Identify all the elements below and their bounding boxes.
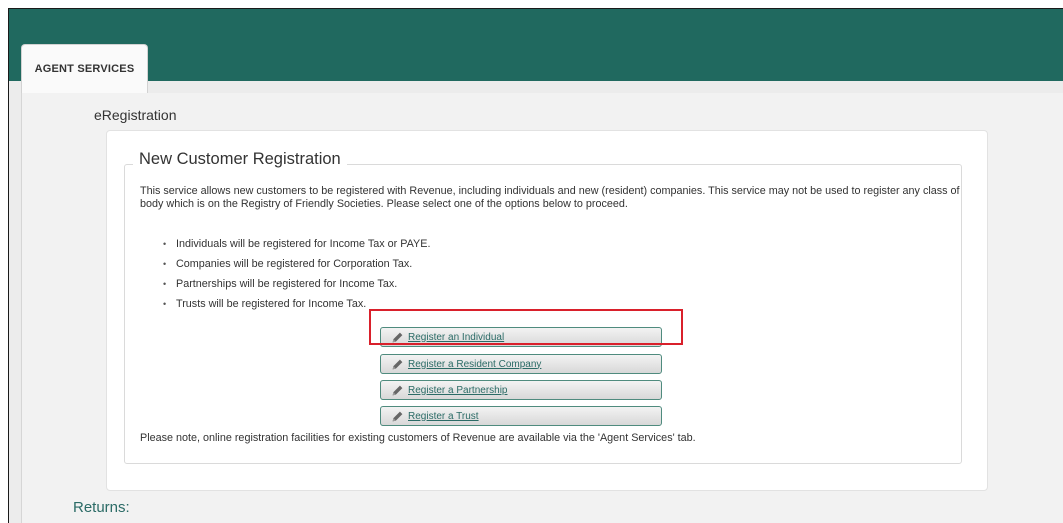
pencil-icon: [392, 411, 403, 421]
fieldset-legend: New Customer Registration: [133, 150, 347, 169]
pencil-icon: [392, 359, 403, 369]
section-title: eRegistration: [94, 107, 177, 123]
list-item: Individuals will be registered for Incom…: [163, 234, 430, 254]
register-trust-button[interactable]: Register a Trust: [380, 406, 662, 426]
button-label: Register a Partnership: [408, 384, 508, 396]
button-label: Register a Trust: [408, 410, 479, 422]
info-list: Individuals will be registered for Incom…: [163, 234, 430, 314]
tab-agent-services[interactable]: AGENT SERVICES: [21, 44, 148, 93]
list-item: Companies will be registered for Corpora…: [163, 254, 430, 274]
register-partnership-button[interactable]: Register a Partnership: [380, 380, 662, 400]
button-label: Register a Resident Company: [408, 358, 542, 370]
highlight-box: [369, 309, 683, 345]
header-bar: [9, 9, 1063, 81]
footer-note: Please note, online registration facilit…: [140, 432, 696, 444]
list-item: Partnerships will be registered for Inco…: [163, 274, 430, 294]
pencil-icon: [392, 385, 403, 395]
intro-text: This service allows new customers to be …: [140, 185, 960, 210]
register-resident-company-button[interactable]: Register a Resident Company: [380, 354, 662, 374]
returns-link[interactable]: Returns:: [73, 499, 130, 516]
